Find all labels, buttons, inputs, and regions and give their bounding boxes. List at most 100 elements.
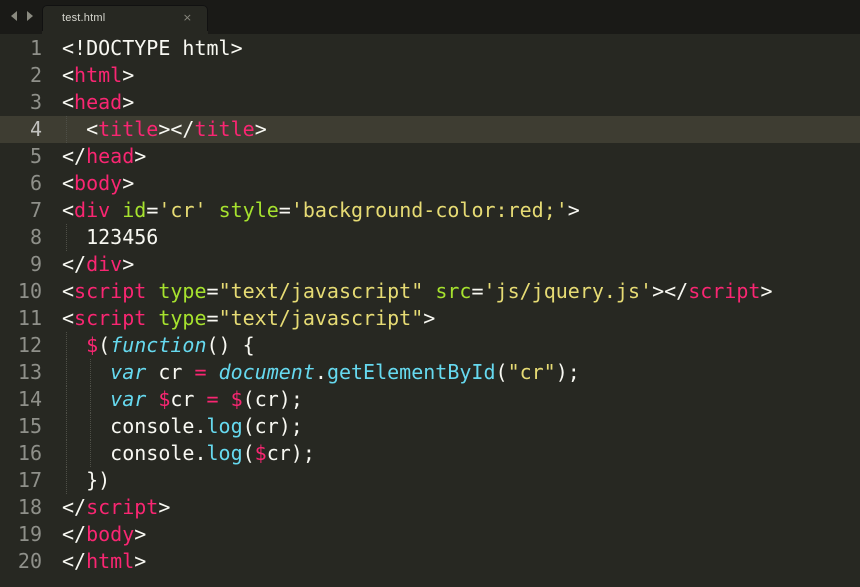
- tab-bar: test.html ×: [0, 0, 860, 34]
- code-token: <: [62, 198, 75, 222]
- code-line[interactable]: 8 123456: [0, 224, 860, 251]
- code-text: <!DOCTYPE html>: [62, 35, 243, 62]
- code-token: </: [62, 495, 87, 519]
- code-line[interactable]: 11 <script type="text/javascript">: [0, 305, 860, 332]
- code-text: </div>: [62, 251, 134, 278]
- code-token: >: [134, 144, 147, 168]
- code-token: >: [254, 117, 267, 141]
- code-token: ></: [652, 279, 689, 303]
- line-number: 12: [17, 333, 42, 357]
- tab-test-html[interactable]: test.html ×: [42, 5, 208, 34]
- code-token: =: [206, 306, 219, 330]
- chevron-right-icon[interactable]: [24, 8, 36, 22]
- line-number: 6: [29, 171, 42, 195]
- code-token: </: [62, 252, 87, 276]
- code-token: 123456: [62, 225, 159, 249]
- code-token: console.: [62, 441, 207, 465]
- code-token: <: [62, 90, 75, 114]
- code-text: </html>: [62, 548, 146, 575]
- code-line[interactable]: 13 var cr = document.getElementById("cr"…: [0, 359, 860, 386]
- code-token: var: [110, 360, 147, 384]
- code-text: console.log(cr);: [62, 413, 303, 440]
- code-line[interactable]: 4 <title></title>: [0, 116, 860, 143]
- code-text: <html>: [62, 62, 134, 89]
- code-token: "cr": [507, 360, 556, 384]
- code-text: $(function() {: [62, 332, 255, 359]
- code-token: 'background-color:red;': [290, 198, 568, 222]
- code-line[interactable]: 12 $(function() {: [0, 332, 860, 359]
- code-token: }): [62, 468, 111, 492]
- code-token: >: [122, 63, 135, 87]
- line-number: 17: [17, 468, 42, 492]
- code-token: title: [98, 117, 159, 141]
- code-text: var $cr = $(cr);: [62, 386, 303, 413]
- code-token: script: [86, 495, 159, 519]
- code-token: <: [62, 63, 75, 87]
- code-token: () {: [206, 333, 255, 357]
- code-token: >: [760, 279, 773, 303]
- code-line[interactable]: 6 <body>: [0, 170, 860, 197]
- line-number: 18: [17, 495, 42, 519]
- code-token: >: [134, 522, 147, 546]
- code-token: =: [471, 279, 484, 303]
- code-line[interactable]: 18 </script>: [0, 494, 860, 521]
- code-token: (cr);: [242, 414, 303, 438]
- code-token: =: [194, 360, 207, 384]
- code-token: title: [194, 117, 255, 141]
- code-line[interactable]: 2 <html>: [0, 62, 860, 89]
- code-text: <script type="text/javascript">: [62, 305, 435, 332]
- line-number: 8: [29, 225, 42, 249]
- code-token: script: [74, 306, 147, 330]
- code-line[interactable]: 3 <head>: [0, 89, 860, 116]
- line-number: 4: [29, 117, 42, 141]
- close-icon[interactable]: ×: [183, 12, 192, 24]
- code-token: cr: [170, 387, 207, 411]
- code-token: =: [206, 387, 219, 411]
- code-token: >: [158, 495, 171, 519]
- code-line[interactable]: 7 <div id='cr' style='background-color:re…: [0, 197, 860, 224]
- chevron-left-icon[interactable]: [8, 8, 20, 22]
- code-text: </body>: [62, 521, 146, 548]
- code-token: ></: [158, 117, 195, 141]
- code-token: type: [158, 279, 207, 303]
- code-line[interactable]: 9 </div>: [0, 251, 860, 278]
- code-line[interactable]: 19 </body>: [0, 521, 860, 548]
- code-token: cr);: [266, 441, 315, 465]
- code-line[interactable]: 14 var $cr = $(cr);: [0, 386, 860, 413]
- line-number: 10: [17, 279, 42, 303]
- code-line[interactable]: 16 console.log($cr);: [0, 440, 860, 467]
- code-token: (: [242, 441, 255, 465]
- code-line[interactable]: 17 }): [0, 467, 860, 494]
- line-number: 3: [29, 90, 42, 114]
- code-token: "text/javascript": [218, 279, 424, 303]
- code-token: head: [86, 144, 135, 168]
- code-line[interactable]: 5 </head>: [0, 143, 860, 170]
- code-line[interactable]: 1 <!DOCTYPE html>: [0, 35, 860, 62]
- line-number: 5: [29, 144, 42, 168]
- code-token: div: [74, 198, 111, 222]
- line-number: 14: [17, 387, 42, 411]
- code-line[interactable]: 20 </html>: [0, 548, 860, 575]
- code-line[interactable]: 10 <script type="text/javascript" src='js…: [0, 278, 860, 305]
- code-editor[interactable]: 1 <!DOCTYPE html> 2 <html> 3 <head> 4 <title><…: [0, 34, 860, 587]
- code-token: html: [86, 549, 135, 573]
- code-token: =: [278, 198, 291, 222]
- code-token: log: [206, 441, 243, 465]
- code-token: >: [122, 252, 135, 276]
- code-token: );: [555, 360, 580, 384]
- code-text: 123456: [62, 224, 158, 251]
- code-token: body: [74, 171, 123, 195]
- code-token: </: [62, 549, 87, 573]
- code-token: $: [254, 441, 267, 465]
- code-token: <: [62, 306, 75, 330]
- line-number: 9: [29, 252, 42, 276]
- code-text: </script>: [62, 494, 170, 521]
- tab-label: test.html: [62, 12, 106, 24]
- code-line[interactable]: 15 console.log(cr);: [0, 413, 860, 440]
- code-token: >: [134, 549, 147, 573]
- code-token: head: [74, 90, 123, 114]
